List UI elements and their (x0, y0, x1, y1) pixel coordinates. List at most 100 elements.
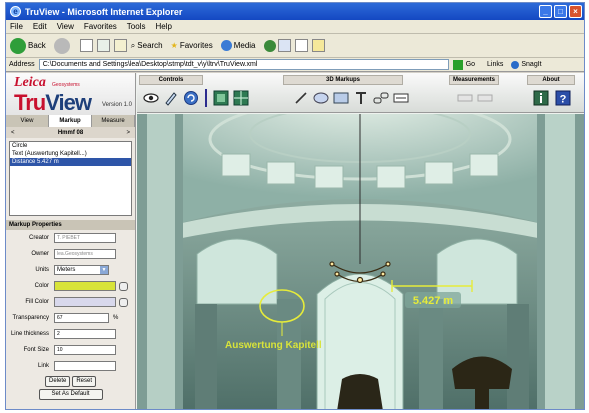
folder-icon[interactable] (311, 39, 325, 52)
address-bar: Address C:\Documents and Settings\lea\De… (6, 58, 584, 72)
refresh-view-icon[interactable] (183, 90, 199, 106)
go-arrow-icon[interactable] (452, 59, 463, 70)
menu-file[interactable]: File (10, 22, 23, 31)
panorama-view-icon[interactable] (213, 90, 229, 106)
info-icon[interactable] (533, 90, 549, 106)
link-tool-icon[interactable] (373, 90, 389, 106)
stop-icon[interactable] (79, 39, 93, 52)
link-label: Link (37, 363, 49, 369)
help-icon[interactable]: ? (555, 90, 571, 106)
link-input[interactable] (54, 361, 116, 371)
transparency-input[interactable]: 67 (54, 313, 109, 323)
tab-markup[interactable]: Markup (49, 115, 92, 127)
measurements-group-title: Measurements (449, 75, 499, 85)
print-icon[interactable] (294, 39, 308, 52)
browser-toolbar: Back ⌕ Search ★ Favorites Media (6, 34, 584, 58)
leica-brand: Leica (14, 75, 46, 90)
back-arrow-icon (10, 37, 26, 54)
product-name-b: View (45, 90, 92, 115)
back-button[interactable]: Back (10, 37, 46, 54)
set-default-button[interactable]: Set As Default (38, 389, 103, 400)
link-row: Link (6, 358, 135, 374)
font-size-input[interactable]: 10 (54, 345, 116, 355)
product-name: TruView (14, 90, 92, 116)
fill-picker-button[interactable] (119, 297, 128, 307)
refresh-icon[interactable] (96, 39, 110, 52)
pen-edit-icon[interactable] (163, 90, 179, 106)
church-interior-image[interactable]: 5.427 m Auswertung Kapitell (137, 114, 584, 410)
menu-favorites[interactable]: Favorites (84, 22, 117, 31)
tab-view[interactable]: View (6, 115, 49, 127)
mail-icon[interactable] (277, 39, 291, 52)
search-label: Search (137, 41, 163, 50)
tab-measure[interactable]: Measure (92, 115, 135, 127)
list-item[interactable]: Text (Auswertung Kapitell...) (10, 150, 131, 158)
left-panel: Leica Geosystems TruView Version 1.0 Vie… (6, 73, 136, 409)
fill-label: Fill Color (25, 299, 49, 305)
line-row: Line thickness 2 (6, 326, 135, 342)
close-button[interactable]: × (569, 5, 582, 18)
color-swatch[interactable] (54, 281, 116, 291)
favorites-button[interactable]: ★ Favorites (171, 41, 213, 50)
prev-button[interactable]: < (11, 130, 15, 136)
truview-logo: Leica Geosystems TruView Version 1.0 (6, 73, 135, 115)
controls-group-title: Controls (139, 75, 203, 85)
owner-field[interactable]: lea.Geosystems (54, 249, 116, 259)
ellipse-tool-icon[interactable] (313, 90, 329, 106)
transparency-row: Transparency 67 % (6, 310, 135, 326)
history-icon[interactable] (263, 39, 276, 52)
font-row: Font Size 10 (6, 342, 135, 358)
measure-distance-icon[interactable] (477, 90, 493, 106)
line-tool-icon[interactable] (293, 90, 309, 106)
line-label: Line thickness (10, 331, 49, 337)
line-thickness-input[interactable]: 2 (54, 329, 116, 339)
svg-text:?: ? (560, 94, 567, 106)
creator-field[interactable]: T. PIEBET (54, 233, 116, 243)
color-row: Color (6, 278, 135, 294)
fill-row: Fill Color (6, 294, 135, 310)
window-title: TruView - Microsoft Internet Explorer (25, 6, 183, 17)
minimize-button[interactable]: _ (539, 5, 552, 18)
percent-unit: % (113, 315, 119, 321)
creator-row: Creator T. PIEBET (6, 230, 135, 246)
truview-app: Leica Geosystems TruView Version 1.0 Vie… (6, 73, 584, 410)
home-icon[interactable] (113, 39, 127, 52)
units-select[interactable]: Meters ▼ (54, 265, 109, 275)
menu-edit[interactable]: Edit (33, 22, 47, 31)
grid-view-icon[interactable] (233, 90, 249, 106)
address-input[interactable]: C:\Documents and Settings\lea\Desktop\st… (38, 59, 449, 70)
star-icon: ★ (170, 41, 178, 50)
panel-tabs: View Markup Measure (6, 115, 135, 127)
menu-help[interactable]: Help (155, 22, 171, 31)
maximize-button[interactable]: □ (554, 5, 567, 18)
annotation-text: Auswertung Kapitell (225, 340, 322, 351)
go-button[interactable]: Go (466, 61, 475, 68)
delete-button[interactable]: Delete (44, 376, 71, 387)
list-item[interactable]: Circle (10, 142, 131, 150)
media-icon (220, 40, 232, 51)
fill-swatch[interactable] (54, 297, 116, 307)
links-button[interactable]: Links (487, 61, 503, 68)
menu-tools[interactable]: Tools (127, 22, 146, 31)
owner-label: Owner (31, 251, 49, 257)
menu-view[interactable]: View (57, 22, 74, 31)
chevron-down-icon[interactable]: ▼ (100, 266, 108, 274)
units-row: Units Meters ▼ (6, 262, 135, 278)
media-button[interactable]: Media (220, 40, 256, 51)
reset-button[interactable]: Reset (72, 376, 97, 387)
panorama-viewport[interactable]: 5.427 m Auswertung Kapitell (137, 114, 584, 410)
snagit-button[interactable]: SnagIt (521, 61, 541, 68)
next-button[interactable]: > (126, 130, 130, 136)
color-picker-button[interactable] (119, 281, 128, 291)
rectangle-tool-icon[interactable] (333, 90, 349, 106)
search-button[interactable]: ⌕ Search (131, 41, 163, 51)
text-tool-icon[interactable] (353, 90, 369, 106)
dimension-tool-icon[interactable] (393, 90, 409, 106)
toolbar-divider (205, 89, 207, 107)
markup-list[interactable]: Circle Text (Auswertung Kapitell...) Dis… (9, 141, 132, 216)
measure-coordinate-icon[interactable] (457, 90, 473, 106)
media-label: Media (233, 41, 256, 50)
eye-icon[interactable] (143, 90, 159, 106)
forward-button[interactable] (53, 37, 72, 54)
list-item-selected[interactable]: Distance 5.427 m (10, 158, 131, 166)
